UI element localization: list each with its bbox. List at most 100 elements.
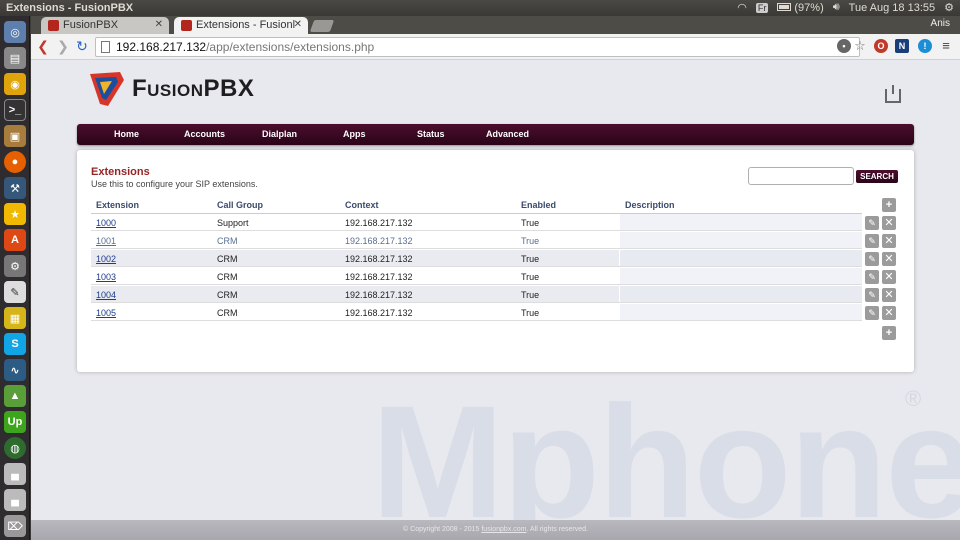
settings-gear-icon[interactable]: ⚙ (944, 1, 954, 14)
menu-accounts[interactable]: Accounts (184, 129, 225, 139)
browser-window: FusionPBX ✕ Extensions - Fusionl ✕ Anis … (31, 16, 960, 540)
clock[interactable]: Tue Aug 18 13:55 (849, 2, 935, 14)
new-tab-button[interactable] (309, 20, 335, 32)
extension-link[interactable]: 1000 (96, 218, 116, 228)
edit-pencil-icon[interactable]: ✎ (865, 306, 879, 320)
upwork-icon[interactable]: Up (4, 411, 26, 433)
footer-copyright: © Copyright 2008 - 2015 (403, 526, 482, 533)
extension-badge-icon[interactable]: ! (918, 39, 932, 53)
terminal-icon[interactable]: >_ (4, 99, 26, 121)
extension-link[interactable]: 1002 (96, 254, 116, 264)
extensions-panel: Extensions Use this to configure your SI… (77, 150, 914, 372)
page-icon (101, 41, 110, 53)
table-row[interactable]: 1005 CRM 192.168.217.132 True (91, 304, 862, 321)
logout-icon[interactable] (885, 85, 901, 103)
column-header-enabled[interactable]: Enabled (521, 200, 556, 210)
edit-pencil-icon[interactable]: ✎ (865, 270, 879, 284)
address-bar[interactable]: 192.168.217.132/app/extensions/extension… (95, 37, 860, 57)
menu-icon[interactable]: ≡ (939, 39, 953, 53)
drive-2-icon[interactable]: ▄ (4, 489, 26, 511)
delete-x-icon[interactable]: ✕ (882, 288, 896, 302)
footer-rights: . All rights reserved. (526, 526, 588, 533)
delete-x-icon[interactable]: ✕ (882, 270, 896, 284)
menu-apps[interactable]: Apps (343, 129, 366, 139)
add-extension-top-button[interactable]: + (882, 198, 896, 212)
volume-icon[interactable]: 🔊︎ (833, 1, 840, 14)
extension-link[interactable]: 1003 (96, 272, 116, 282)
globe-icon[interactable]: ◍ (4, 437, 26, 459)
edit-pencil-icon[interactable]: ✎ (865, 234, 879, 248)
delete-x-icon[interactable]: ✕ (882, 234, 896, 248)
url-host: 192.168.217.132 (116, 40, 207, 54)
opera-extension-icon[interactable]: O (874, 39, 888, 53)
table-row[interactable]: 1002 CRM 192.168.217.132 True (91, 250, 862, 267)
tool-icon[interactable]: ⚒ (4, 177, 26, 199)
drive-icon[interactable]: ▄ (4, 463, 26, 485)
fusionpbx-favicon-icon (181, 20, 192, 31)
back-icon[interactable]: ❮ (35, 38, 51, 54)
column-header-extension[interactable]: Extension (96, 200, 139, 210)
software-center-icon[interactable]: A (4, 229, 26, 251)
archive-icon[interactable]: ▣ (4, 125, 26, 147)
table-row[interactable]: 1001 CRM 192.168.217.132 True (91, 232, 862, 249)
battery-indicator[interactable]: (97%) (777, 2, 824, 14)
menu-dialplan[interactable]: Dialplan (262, 129, 297, 139)
system-settings-icon[interactable]: ⚙ (4, 255, 26, 277)
extension-link[interactable]: 1004 (96, 290, 116, 300)
table-row[interactable]: 1004 CRM 192.168.217.132 True (91, 286, 862, 303)
close-tab-icon[interactable]: ✕ (294, 19, 302, 30)
call-group-cell: CRM (217, 308, 238, 318)
footer-link[interactable]: fusionpbx.com (481, 526, 526, 533)
profile-name[interactable]: Anis (931, 18, 950, 29)
extension-n-icon[interactable]: N (895, 39, 909, 53)
column-header-call-group[interactable]: Call Group (217, 200, 263, 210)
search-button[interactable]: SEARCH (856, 170, 898, 183)
extension-link[interactable]: 1005 (96, 308, 116, 318)
edit-pencil-icon[interactable]: ✎ (865, 288, 879, 302)
app-green-icon[interactable]: ▲ (4, 385, 26, 407)
files-icon[interactable]: ▤ (4, 47, 26, 69)
delete-x-icon[interactable]: ✕ (882, 306, 896, 320)
dash-icon[interactable]: ◎ (4, 21, 26, 43)
watermark: Mphone (371, 372, 960, 540)
app-icon[interactable]: ★ (4, 203, 26, 225)
tab-fusionpbx[interactable]: FusionPBX ✕ (41, 17, 169, 34)
keyboard-layout-indicator[interactable]: Fr (755, 2, 769, 13)
menu-home[interactable]: Home (114, 129, 139, 139)
description-cell (619, 286, 862, 302)
delete-x-icon[interactable]: ✕ (882, 216, 896, 230)
package-icon[interactable]: ▦ (4, 307, 26, 329)
chrome-icon[interactable]: ◉ (4, 73, 26, 95)
reload-icon[interactable]: ↻ (74, 38, 90, 54)
text-editor-icon[interactable]: ✎ (4, 281, 26, 303)
bookmark-star-icon[interactable]: ☆ (853, 39, 867, 53)
location-icon[interactable]: • (837, 39, 851, 53)
column-header-context[interactable]: Context (345, 200, 379, 210)
forward-icon[interactable]: ❯ (55, 38, 71, 54)
description-cell (619, 304, 862, 320)
add-extension-bottom-button[interactable]: + (882, 326, 896, 340)
fusionpbx-logo[interactable]: FusionPBX (86, 68, 254, 110)
tab-extensions[interactable]: Extensions - Fusionl ✕ (174, 17, 308, 34)
trash-icon[interactable]: ⌦ (4, 515, 26, 537)
enabled-cell: True (521, 308, 540, 318)
context-cell: 192.168.217.132 (345, 254, 413, 264)
call-group-cell: CRM (217, 272, 238, 282)
enabled-cell: True (521, 290, 540, 300)
column-header-description[interactable]: Description (625, 200, 675, 210)
delete-x-icon[interactable]: ✕ (882, 252, 896, 266)
monitor-icon[interactable]: ∿ (4, 359, 26, 381)
menu-status[interactable]: Status (417, 129, 445, 139)
edit-pencil-icon[interactable]: ✎ (865, 252, 879, 266)
tab-strip: FusionPBX ✕ Extensions - Fusionl ✕ Anis (31, 16, 960, 34)
table-row[interactable]: 1000 Support 192.168.217.132 True (91, 214, 862, 231)
menu-advanced[interactable]: Advanced (486, 129, 529, 139)
skype-icon[interactable]: S (4, 333, 26, 355)
extension-link[interactable]: 1001 (96, 236, 116, 246)
firefox-icon[interactable]: ● (4, 151, 26, 173)
table-row[interactable]: 1003 CRM 192.168.217.132 True (91, 268, 862, 285)
close-tab-icon[interactable]: ✕ (155, 19, 163, 30)
search-input[interactable] (748, 167, 854, 185)
edit-pencil-icon[interactable]: ✎ (865, 216, 879, 230)
wifi-icon[interactable]: ◠ (737, 1, 747, 14)
